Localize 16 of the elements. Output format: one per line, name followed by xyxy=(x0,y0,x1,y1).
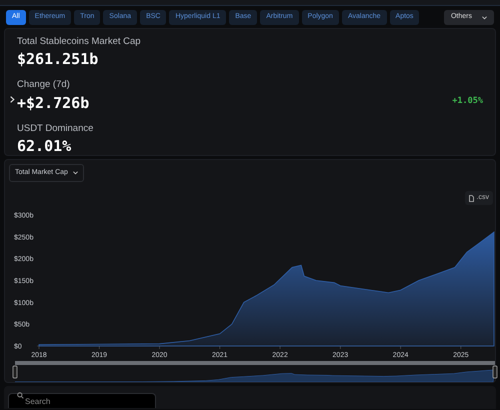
range-slider-bar[interactable] xyxy=(15,361,495,365)
stat-label: USDT Dominance xyxy=(17,122,94,136)
range-handle[interactable] xyxy=(12,366,18,378)
change-percent: +1.05% xyxy=(452,95,483,108)
stat-label: Change (7d) xyxy=(17,78,71,92)
range-handle[interactable] xyxy=(492,366,498,378)
chevron-down-icon xyxy=(482,16,487,20)
search-icon xyxy=(17,392,24,399)
stat-label: Total Stablecoins Market Cap xyxy=(17,35,142,49)
stat-value: 62.01% xyxy=(17,136,72,155)
chevron-right-icon[interactable] xyxy=(10,96,15,104)
chevron-down-icon xyxy=(72,171,78,175)
file-icon xyxy=(468,194,474,202)
stat-value: +$2.726b xyxy=(17,94,90,112)
search-field[interactable]: Search xyxy=(8,393,156,408)
stat-value: $261.251b xyxy=(17,50,98,68)
